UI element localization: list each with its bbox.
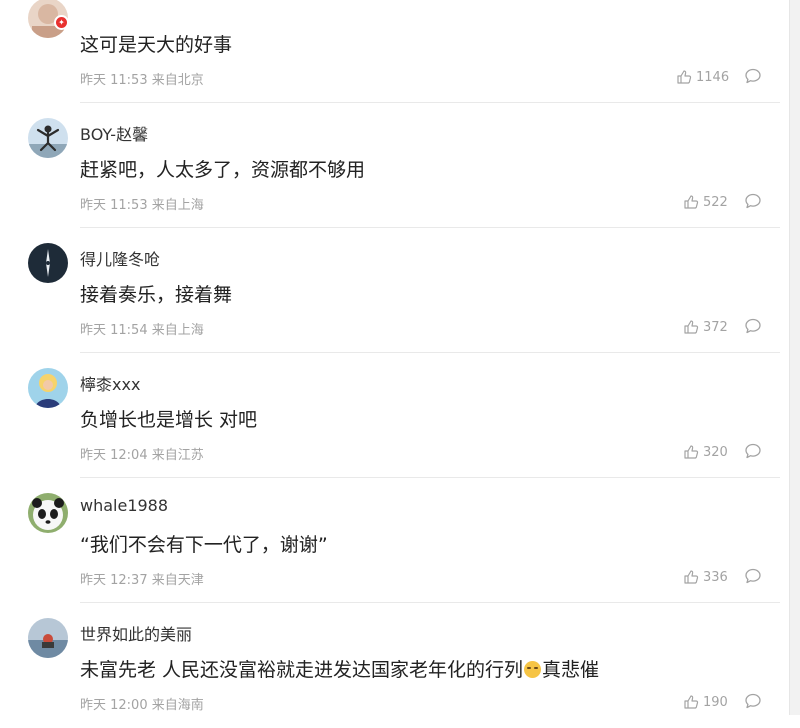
comment-item: ✦ 这可是天大的好事 昨天 11:53 来自北京 1146 [0, 0, 780, 103]
comment-location: 来自北京 [151, 73, 204, 88]
comment-bubble-icon[interactable] [744, 567, 762, 585]
avatar[interactable] [28, 368, 68, 408]
avatar[interactable] [28, 118, 68, 158]
scrollbar[interactable] [789, 0, 800, 715]
avatar[interactable] [28, 493, 68, 533]
thumbs-up-icon [684, 195, 699, 209]
verified-badge-icon: ✦ [54, 15, 69, 30]
thumbs-up-icon [684, 320, 699, 334]
comment-list: ✦ 这可是天大的好事 昨天 11:53 来自北京 1146 BOY-赵馨 赶紧吧… [0, 0, 800, 715]
comment-time: 昨天 12:00 [80, 698, 148, 713]
comment-bubble-icon[interactable] [744, 192, 762, 210]
like-count: 372 [703, 319, 728, 335]
username[interactable]: 世界如此的美丽 [80, 621, 192, 645]
username[interactable]: 檸桼xxx [80, 371, 140, 395]
comment-location: 来自上海 [151, 198, 204, 213]
like-count: 1146 [696, 69, 730, 85]
comment-text-part: 真悲催 [542, 659, 600, 681]
comment-location: 来自海南 [151, 698, 204, 713]
like-count: 320 [703, 444, 728, 460]
sad-face-emoji-icon [524, 661, 542, 678]
comment-bubble-icon[interactable] [744, 317, 762, 335]
like-button[interactable]: 336 [683, 568, 728, 586]
comment-meta: 昨天 12:37 来自天津 [80, 569, 204, 588]
thumbs-up-icon [684, 570, 699, 584]
username[interactable]: BOY-赵馨 [80, 121, 148, 145]
comment-text-part: 未富先老 人民还没富裕就走进发达国家老年化的行列 [80, 659, 524, 681]
thumbs-up-icon [684, 445, 699, 459]
comment-item: 得儿隆冬呛 接着奏乐，接着舞 昨天 11:54 来自上海 372 [0, 228, 780, 353]
comment-item: BOY-赵馨 赶紧吧，人太多了，资源都不够用 昨天 11:53 来自上海 522 [0, 103, 780, 228]
comment-text: 赶紧吧，人太多了，资源都不够用 [80, 159, 366, 181]
avatar[interactable] [28, 618, 68, 658]
comment-text: “我们不会有下一代了，谢谢” [80, 534, 328, 556]
comment-text: 负增长也是增长 对吧 [80, 409, 258, 431]
comment-location: 来自江苏 [151, 448, 204, 463]
comment-time: 昨天 11:53 [80, 198, 148, 213]
comment-text: 接着奏乐，接着舞 [80, 284, 233, 306]
comment-meta: 昨天 11:53 来自北京 [80, 69, 204, 88]
like-count: 190 [703, 694, 728, 710]
comment-time: 昨天 11:54 [80, 323, 148, 338]
like-button[interactable]: 372 [683, 318, 728, 336]
comment-text: 这可是天大的好事 [80, 34, 233, 56]
thumbs-up-icon [684, 695, 699, 709]
comment-item: 世界如此的美丽 未富先老 人民还没富裕就走进发达国家老年化的行列 真悲催 昨天 1… [0, 603, 780, 728]
comment-time: 昨天 12:37 [80, 573, 148, 588]
like-button[interactable]: 522 [683, 193, 728, 211]
thumbs-up-icon [677, 70, 692, 84]
like-button[interactable]: 320 [683, 443, 728, 461]
comment-bubble-icon[interactable] [744, 442, 762, 460]
comment-time: 昨天 11:53 [80, 73, 148, 88]
comment-bubble-icon[interactable] [744, 67, 762, 85]
comment-location: 来自上海 [151, 323, 204, 338]
like-count: 522 [703, 194, 728, 210]
comment-meta: 昨天 11:54 来自上海 [80, 319, 204, 338]
comment-item: 檸桼xxx 负增长也是增长 对吧 昨天 12:04 来自江苏 320 [0, 353, 780, 478]
comment-bubble-icon[interactable] [744, 692, 762, 710]
avatar[interactable] [28, 243, 68, 283]
comment-text: 未富先老 人民还没富裕就走进发达国家老年化的行列 真悲催 [80, 655, 599, 682]
comment-meta: 昨天 12:04 来自江苏 [80, 444, 204, 463]
comment-meta: 昨天 11:53 来自上海 [80, 194, 204, 213]
like-count: 336 [703, 569, 728, 585]
username[interactable]: whale1988 [80, 496, 168, 515]
comment-meta: 昨天 12:00 来自海南 [80, 694, 204, 713]
comment-time: 昨天 12:04 [80, 448, 148, 463]
comment-item: whale1988 “我们不会有下一代了，谢谢” 昨天 12:37 来自天津 3… [0, 478, 780, 603]
like-button[interactable]: 1146 [676, 68, 729, 86]
comment-location: 来自天津 [151, 573, 204, 588]
username[interactable]: 得儿隆冬呛 [80, 246, 160, 270]
like-button[interactable]: 190 [683, 693, 728, 711]
